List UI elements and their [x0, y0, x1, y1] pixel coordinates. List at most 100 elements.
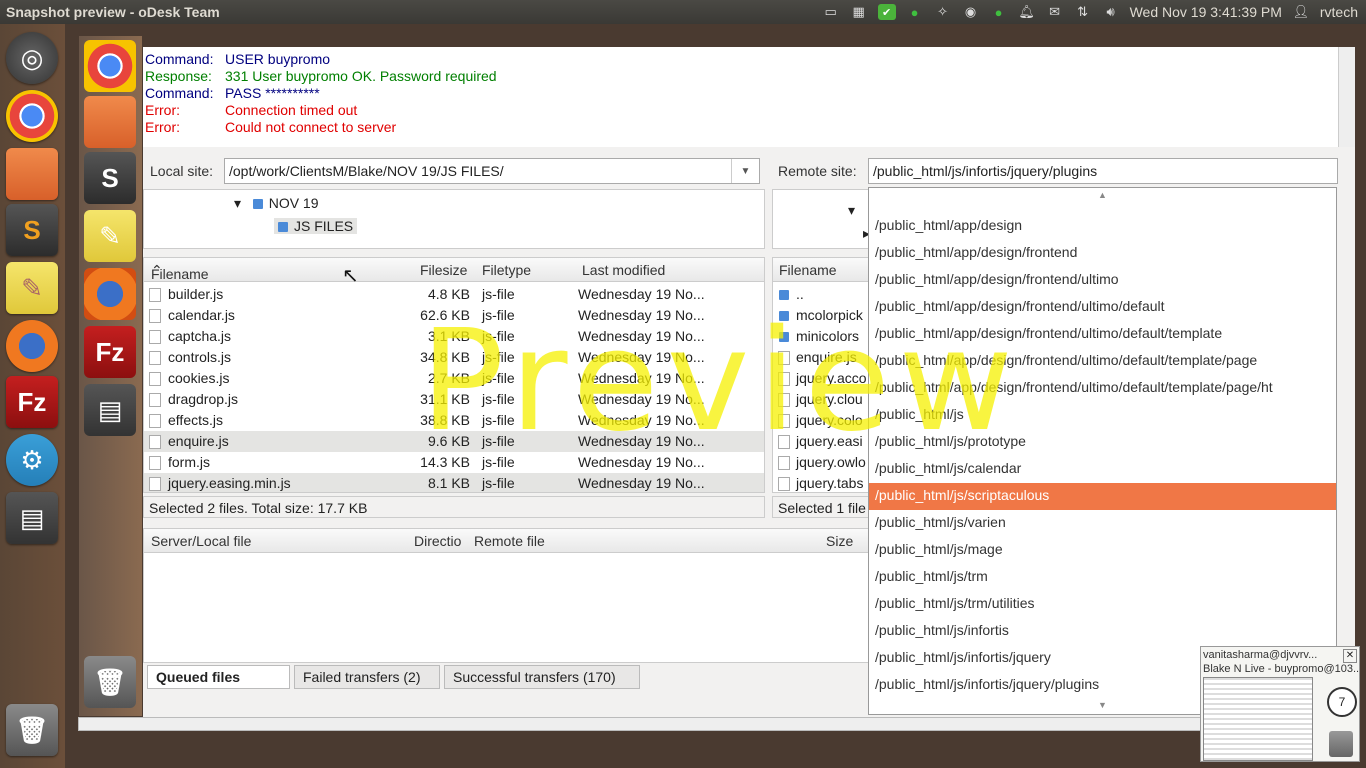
dropdown-item[interactable]: /public_html/js	[869, 402, 1336, 429]
dropdown-item[interactable]: /public_html/js/prototype	[869, 429, 1336, 456]
col-direction[interactable]: Directio	[414, 533, 461, 549]
firefox-icon[interactable]	[6, 320, 58, 372]
table-row[interactable]: jquery.clou	[773, 389, 871, 410]
tree-item-selected[interactable]: JS FILES	[274, 218, 358, 234]
username[interactable]: rvtech	[1320, 4, 1358, 20]
folder-icon[interactable]	[84, 96, 136, 148]
table-row[interactable]: enquire.js	[773, 347, 871, 368]
bell-icon[interactable]: 🔔︎	[1018, 4, 1036, 20]
folder-icon[interactable]	[6, 148, 58, 200]
close-icon[interactable]: ✕	[1343, 649, 1357, 663]
workspace-icon[interactable]: ▤	[84, 384, 136, 436]
dropdown-item[interactable]: /public_html/app/design	[869, 213, 1336, 240]
message-log: Command: USER buypromo Response: 331 User …	[143, 47, 1338, 147]
col-filesize[interactable]: Filesize	[420, 262, 467, 278]
tab-successful-transfers[interactable]: Successful transfers (170)	[444, 665, 640, 689]
table-row[interactable]: calendar.js 62.6 KB js-file Wednesday 19 No…	[144, 305, 764, 326]
table-row[interactable]: captcha.js 3.1 KB js-file Wednesday 19 No..…	[144, 326, 764, 347]
scroll-up-arrow[interactable]: ▲	[869, 190, 1336, 204]
horizontal-scrollbar[interactable]	[78, 717, 1355, 731]
firefox-icon[interactable]	[84, 268, 136, 320]
chrome-icon[interactable]	[6, 90, 58, 142]
table-row[interactable]: cookies.js 2.7 KB js-file Wednesday 19 No..…	[144, 368, 764, 389]
file-modified: Wednesday 19 No...	[578, 307, 705, 323]
table-row[interactable]: effects.js 38.8 KB js-file Wednesday 19 No.…	[144, 410, 764, 431]
table-row[interactable]: jquery.easi	[773, 431, 871, 452]
chrome-icon[interactable]	[84, 40, 136, 92]
dropdown-item[interactable]: /public_html/app/design/frontend/ultimo/…	[869, 294, 1336, 321]
settings-icon[interactable]: ⚙	[6, 434, 58, 486]
dropdown-item[interactable]: /public_html/app/design/frontend/ultimo/…	[869, 321, 1336, 348]
col-remote-file[interactable]: Remote file	[474, 533, 545, 549]
col-filetype[interactable]: Filetype	[482, 262, 531, 278]
table-row[interactable]: ..	[773, 284, 871, 305]
volume-icon[interactable]: 🔊︎	[1102, 4, 1120, 20]
tree-expander[interactable]: ▾	[848, 202, 855, 219]
tab-failed-transfers[interactable]: Failed transfers (2)	[294, 665, 440, 689]
table-row[interactable]: dragdrop.js 31.1 KB js-file Wednesday 19 No…	[144, 389, 764, 410]
table-row[interactable]: minicolors	[773, 326, 871, 347]
table-row[interactable]: jquery.acco	[773, 368, 871, 389]
display-icon[interactable]: ▭	[822, 4, 840, 20]
ubuntu-icon[interactable]: ◎	[6, 32, 58, 84]
dropdown-item[interactable]: /public_html/app/design/frontend/ultimo/…	[869, 375, 1336, 402]
table-row[interactable]: jquery.colo	[773, 410, 871, 431]
dropdown-item[interactable]: /public_html/js/mage	[869, 537, 1336, 564]
filezilla-icon[interactable]: Fz	[84, 326, 136, 378]
log-scrollbar[interactable]	[1338, 47, 1355, 147]
screen-icon[interactable]: ▦	[850, 4, 868, 20]
local-path-dropdown-button[interactable]: ▼	[731, 159, 759, 183]
chrome-tray-icon[interactable]: ◉	[962, 4, 980, 20]
col-modified[interactable]: Last modified	[582, 262, 665, 278]
remote-path-input[interactable]: /public_html/js/infortis/jquery/plugins	[868, 158, 1338, 184]
notes-icon[interactable]: ✎	[84, 210, 136, 262]
dropdown-item[interactable]: /public_html/js/trm	[869, 564, 1336, 591]
network-icon[interactable]: ⇅	[1074, 4, 1092, 20]
trash-icon[interactable]	[1329, 731, 1353, 757]
dropdown-item[interactable]: /public_html/app/design/frontend	[869, 240, 1336, 267]
tab-queued-files[interactable]: Queued files	[147, 665, 290, 689]
trash-icon[interactable]: 🗑︎	[6, 704, 58, 756]
col-filename[interactable]: Filename	[779, 262, 837, 278]
screenshot-thumbnail[interactable]	[1203, 677, 1313, 761]
table-row[interactable]: mcolorpick	[773, 305, 871, 326]
dropbox-icon[interactable]: ✧	[934, 4, 952, 20]
notes-icon[interactable]: ✎	[6, 262, 58, 314]
table-row[interactable]: enquire.js 9.6 KB js-file Wednesday 19 No..…	[144, 431, 764, 452]
sublime-icon[interactable]: S	[6, 204, 58, 256]
dropdown-item[interactable]: /public_html/app/design/frontend/ultimo/…	[869, 348, 1336, 375]
odesk-check-icon[interactable]: ✔	[877, 4, 896, 20]
col-server-local-file[interactable]: Server/Local file	[151, 533, 251, 549]
mail-icon[interactable]: ✉	[1046, 4, 1064, 20]
tree-item[interactable]: ▾ NOV 19	[234, 195, 319, 212]
dropdown-item[interactable]: /public_html/js/infortis	[869, 618, 1336, 645]
folder-icon	[779, 332, 789, 342]
table-row[interactable]: controls.js 34.8 KB js-file Wednesday 19 No…	[144, 347, 764, 368]
log-line: Error: Connection timed out	[145, 102, 358, 118]
window-title: Snapshot preview - oDesk Team	[6, 4, 220, 20]
balloon-icon[interactable]: ●	[990, 4, 1008, 20]
dropdown-item[interactable]: /public_html/js/calendar	[869, 456, 1336, 483]
table-row[interactable]: jquery.owlo	[773, 452, 871, 473]
file-name: minicolors	[796, 328, 860, 344]
dropdown-item[interactable]: /public_html/app/design/frontend/ultimo	[869, 267, 1336, 294]
dropdown-item[interactable]: /public_html/js/trm/utilities	[869, 591, 1336, 618]
clock[interactable]: Wed Nov 19 3:41:39 PM	[1130, 4, 1282, 20]
table-row[interactable]: form.js 14.3 KB js-file Wednesday 19 No...	[144, 452, 764, 473]
sublime-icon[interactable]: S	[84, 152, 136, 204]
col-size[interactable]: Size	[826, 533, 853, 549]
dropdown-item[interactable]: /public_html/js/scriptaculous	[869, 483, 1336, 510]
local-file-list: Filename ⌃ Filesize Filetype Last modifi…	[143, 257, 765, 493]
trash-icon[interactable]: 🗑︎	[84, 656, 136, 708]
table-row[interactable]: jquery.easing.min.js 8.1 KB js-file Wednesd…	[144, 473, 764, 492]
filezilla-icon[interactable]: Fz	[6, 376, 58, 428]
col-filename[interactable]: Filename ⌃	[151, 262, 209, 282]
table-row[interactable]: builder.js 4.8 KB js-file Wednesday 19 No..…	[144, 284, 764, 305]
workspace-icon[interactable]: ▤	[6, 492, 58, 544]
status-dot-icon[interactable]: ●	[906, 4, 924, 20]
local-path-input[interactable]: /opt/work/ClientsM/Blake/NOV 19/JS FILES…	[224, 158, 760, 184]
table-row[interactable]: jquery.tabs	[773, 473, 871, 492]
file-size: 31.1 KB	[420, 391, 470, 407]
file-size: 9.6 KB	[427, 433, 470, 449]
dropdown-item[interactable]: /public_html/js/varien	[869, 510, 1336, 537]
